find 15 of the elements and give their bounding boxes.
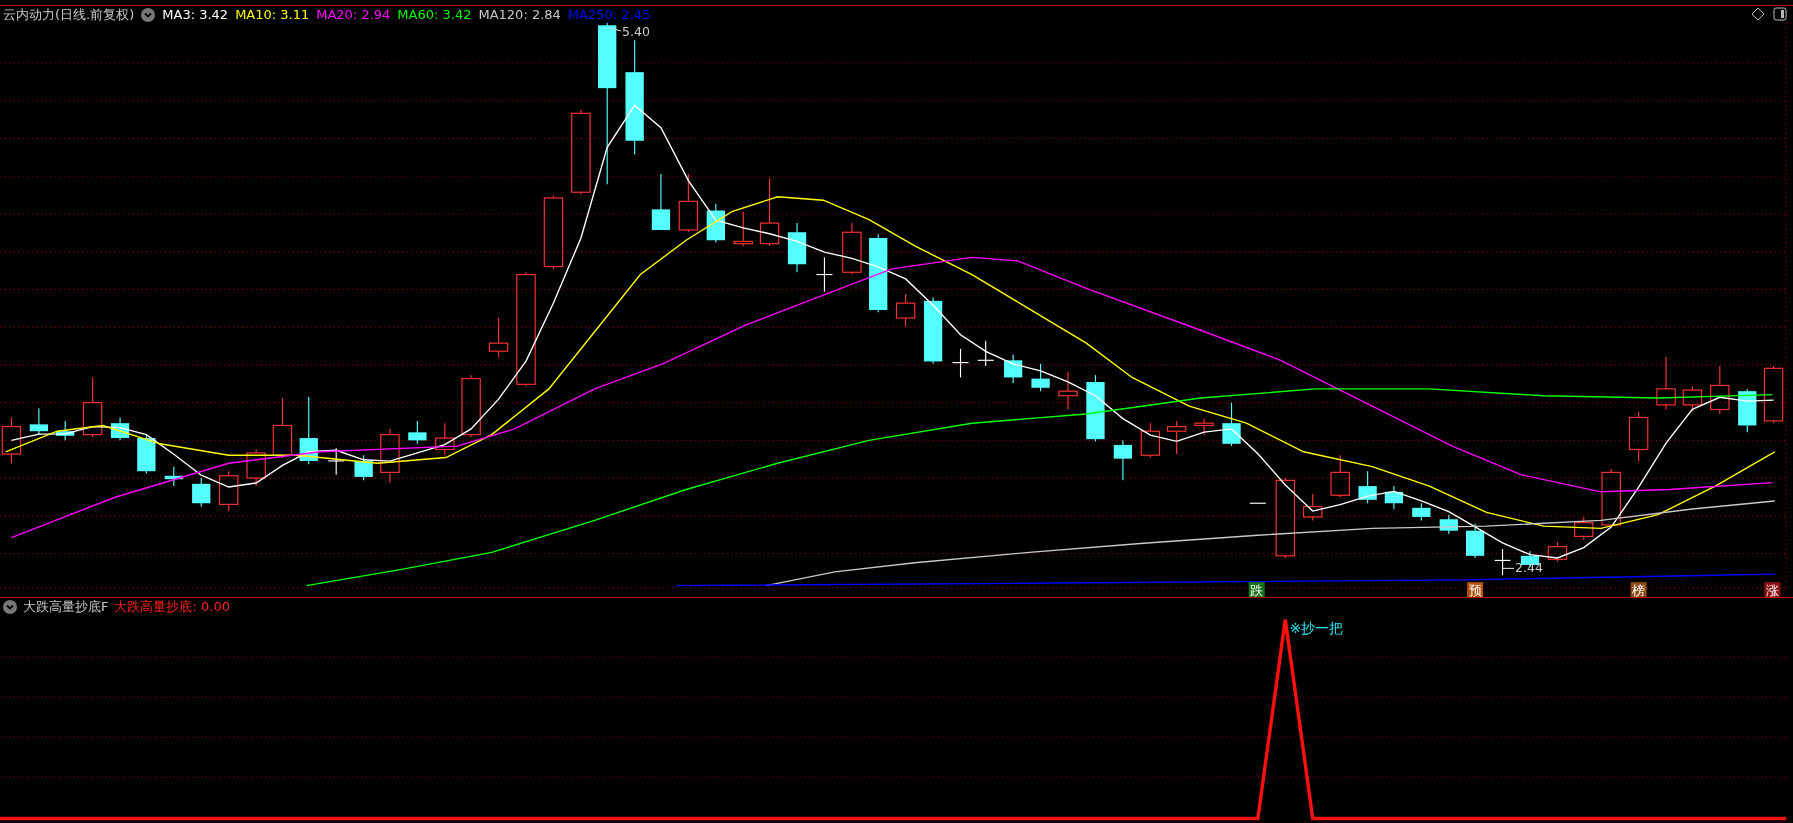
indicator-name: 大跌高量抄底F [23, 597, 109, 616]
high-price-label: 5.40 [608, 23, 651, 39]
signal-tag: 榜 [1630, 582, 1647, 597]
signal-tag: 预 [1467, 582, 1484, 597]
ma-legend-label: MA20: 2.94 [316, 7, 391, 22]
ma-legend-label: MA60: 3.42 [397, 7, 472, 22]
ma-legend-label: MA120: 2.84 [478, 7, 561, 22]
signal-tag: 涨 [1764, 582, 1781, 597]
ma-legend-label: MA10: 3.11 [235, 7, 310, 22]
signal-tag: 跌 [1248, 582, 1265, 597]
signal-label: ※抄一把 [1289, 620, 1344, 637]
ma-legend-label: MA3: 3.42 [162, 7, 229, 22]
indicator-reading: 大跌高量抄底: 0.00 [114, 597, 230, 616]
ma-legend-label: MA250: 2.45 [567, 7, 651, 22]
stock-title: 云内动力(日线.前复权) [3, 5, 135, 24]
